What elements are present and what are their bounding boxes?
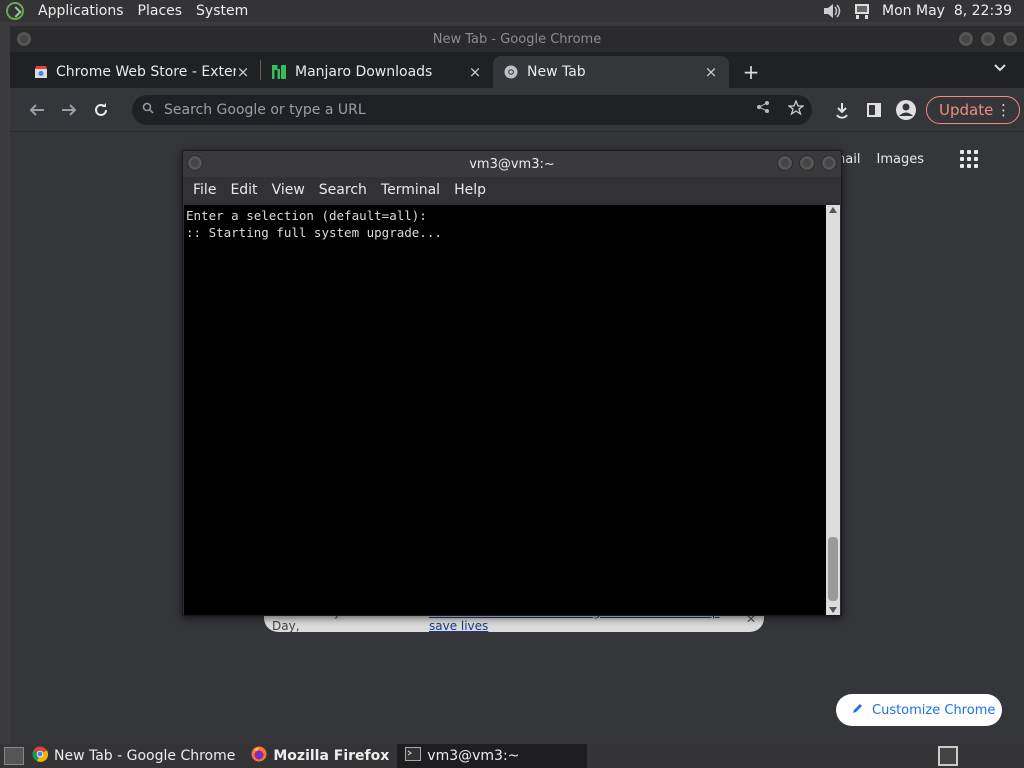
menu-help[interactable]: Help bbox=[454, 182, 486, 198]
taskbar-item-terminal[interactable]: vm3@vm3:~ bbox=[397, 744, 588, 768]
menu-terminal[interactable]: Terminal bbox=[381, 182, 440, 198]
toolbar: Search Google or type a URL Update ⋮ bbox=[10, 88, 1024, 132]
show-desktop-icon[interactable] bbox=[4, 747, 24, 765]
update-button[interactable]: Update ⋮ bbox=[926, 95, 1020, 124]
terminal-line: :: Starting full system upgrade... bbox=[186, 225, 442, 240]
volume-icon[interactable] bbox=[822, 2, 842, 20]
minimize-button[interactable] bbox=[958, 31, 974, 47]
chrome-icon bbox=[32, 746, 49, 766]
tab-label: Manjaro Downloads bbox=[295, 64, 433, 80]
network-icon[interactable] bbox=[852, 2, 872, 20]
back-arrow-icon[interactable] bbox=[22, 95, 52, 125]
menu-edit[interactable]: Edit bbox=[230, 182, 257, 198]
tab-search-chevron-icon[interactable] bbox=[994, 60, 1006, 76]
minimize-button[interactable] bbox=[777, 155, 793, 171]
chrome-web-store-icon bbox=[34, 64, 48, 80]
forward-arrow-icon[interactable] bbox=[54, 95, 84, 125]
window-menu-button[interactable] bbox=[16, 31, 32, 47]
share-icon[interactable] bbox=[756, 100, 770, 120]
terminal-title: vm3@vm3:~ bbox=[469, 156, 555, 172]
scroll-up-icon[interactable] bbox=[829, 207, 837, 213]
tab-close-icon[interactable]: × bbox=[467, 63, 483, 81]
maximize-button[interactable] bbox=[980, 31, 996, 47]
terminal-titlebar[interactable]: vm3@vm3:~ bbox=[183, 151, 841, 177]
tab-manjaro-downloads[interactable]: Manjaro Downloads × bbox=[261, 56, 493, 88]
tab-label: Chrome Web Store - Extensio bbox=[56, 64, 236, 80]
taskbar-item-chrome[interactable]: New Tab - Google Chrome bbox=[24, 744, 243, 768]
menu-file[interactable]: File bbox=[193, 182, 216, 198]
kebab-menu-icon[interactable]: ⋮ bbox=[996, 101, 1011, 119]
taskbar-label: Mozilla Firefox bbox=[273, 748, 390, 764]
bottom-panel: New Tab - Google Chrome Mozilla Firefox … bbox=[0, 744, 1024, 768]
profile-avatar-icon[interactable] bbox=[892, 96, 920, 124]
google-apps-icon[interactable] bbox=[960, 150, 978, 168]
omnibox[interactable]: Search Google or type a URL bbox=[132, 94, 812, 125]
terminal-line: Enter a selection (default=all): bbox=[186, 208, 427, 223]
close-button[interactable] bbox=[821, 155, 837, 171]
download-icon[interactable] bbox=[828, 96, 856, 124]
bookmark-star-icon[interactable] bbox=[787, 98, 805, 120]
terminal-menubar: File Edit View Search Terminal Help bbox=[183, 177, 841, 203]
places-menu[interactable]: Places bbox=[138, 3, 183, 19]
chrome-titlebar[interactable]: New Tab - Google Chrome bbox=[10, 26, 1024, 52]
search-icon bbox=[142, 102, 154, 118]
applications-menu[interactable]: Applications bbox=[38, 3, 124, 19]
scroll-down-icon[interactable] bbox=[829, 607, 837, 613]
workspace-switcher[interactable] bbox=[938, 746, 958, 766]
tab-strip: Chrome Web Store - Extensio × Manjaro Do… bbox=[10, 52, 1024, 88]
pencil-icon bbox=[852, 702, 864, 718]
terminal-icon bbox=[405, 747, 422, 765]
new-tab-button[interactable]: + bbox=[739, 60, 763, 84]
terminal-output[interactable]: Enter a selection (default=all)::: Start… bbox=[184, 205, 826, 615]
mate-logo-icon[interactable] bbox=[6, 2, 24, 20]
terminal-scrollbar[interactable] bbox=[826, 205, 840, 615]
chrome-icon bbox=[503, 64, 519, 80]
omnibox-placeholder: Search Google or type a URL bbox=[164, 101, 366, 118]
scrollbar-thumb[interactable] bbox=[828, 537, 838, 601]
reload-icon[interactable] bbox=[86, 95, 116, 125]
top-panel: Applications Places System Mon May 8, 22… bbox=[0, 0, 1024, 22]
menu-search[interactable]: Search bbox=[319, 182, 367, 198]
tab-close-icon[interactable]: × bbox=[236, 63, 250, 81]
system-menu[interactable]: System bbox=[196, 3, 248, 19]
customize-chrome-button[interactable]: Customize Chrome bbox=[836, 694, 1002, 726]
images-link[interactable]: Images bbox=[877, 152, 925, 167]
tab-label: New Tab bbox=[527, 64, 586, 80]
manjaro-icon bbox=[271, 64, 287, 80]
tab-new-tab[interactable]: New Tab × bbox=[493, 56, 729, 88]
menu-view[interactable]: View bbox=[272, 182, 305, 198]
tab-chrome-web-store[interactable]: Chrome Web Store - Extensio × bbox=[24, 56, 260, 88]
taskbar-item-firefox[interactable]: Mozilla Firefox bbox=[243, 744, 397, 768]
tab-close-icon[interactable]: × bbox=[703, 63, 719, 81]
window-menu-button[interactable] bbox=[187, 155, 203, 171]
clock[interactable]: Mon May 8, 22:39 bbox=[882, 3, 1012, 19]
close-button[interactable] bbox=[1002, 31, 1018, 47]
firefox-icon bbox=[251, 746, 267, 766]
terminal-window: vm3@vm3:~ File Edit View Search Terminal… bbox=[182, 150, 842, 616]
side-panel-icon[interactable] bbox=[860, 96, 888, 124]
taskbar-label: New Tab - Google Chrome bbox=[54, 748, 236, 764]
update-label: Update bbox=[939, 100, 994, 119]
maximize-button[interactable] bbox=[799, 155, 815, 171]
taskbar-label: vm3@vm3:~ bbox=[427, 748, 520, 764]
customize-label: Customize Chrome bbox=[872, 702, 996, 718]
chrome-window-title: New Tab - Google Chrome bbox=[432, 31, 602, 47]
